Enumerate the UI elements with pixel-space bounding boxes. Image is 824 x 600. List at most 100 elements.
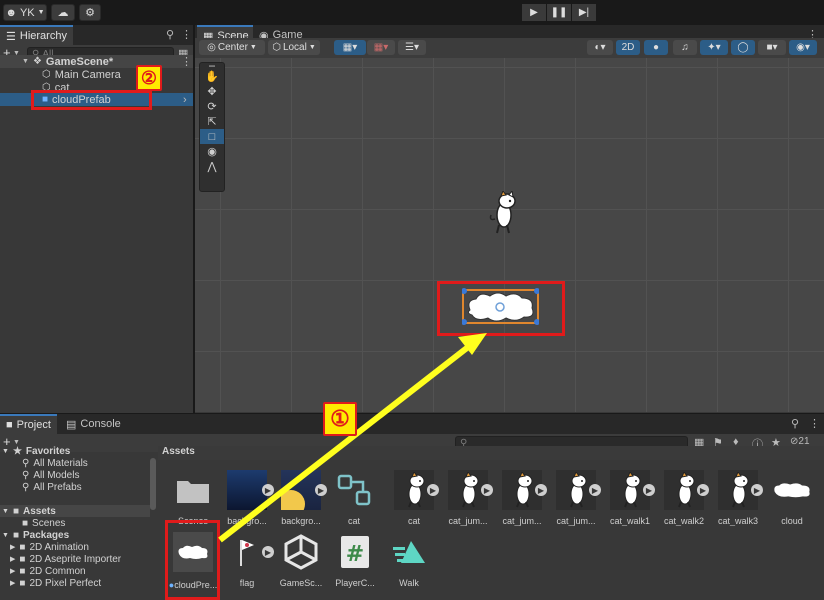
rect-tool-icon: □ [208, 130, 216, 143]
project-panel: ■ Project ▤ Console ⚲ ⋮ + ▼ ⚲ ▦ ⚑ ♦ ⓘ ★ … [0, 414, 824, 600]
kebab-menu-icon[interactable]: ⋮ [809, 417, 820, 430]
favorite-item-label: All Prefabs [33, 481, 82, 493]
expand-arrow-icon[interactable]: ▶ [589, 484, 601, 496]
tab-project[interactable]: ■ Project [0, 414, 57, 434]
tab-hierarchy[interactable]: ☰ Hierarchy [0, 25, 73, 45]
expand-arrow-icon[interactable]: ▶ [315, 484, 327, 496]
folder-row-scenes[interactable]: ■ Scenes [0, 517, 150, 529]
pivot-icon: ◎ [207, 42, 216, 53]
assets-root-row[interactable]: ▼ ■ Assets [0, 505, 150, 517]
asset-walk-animation[interactable]: Walk [382, 532, 436, 588]
tree-scrollbar[interactable] [150, 458, 156, 510]
cat-sprite[interactable] [485, 191, 519, 237]
asset-cat-sprite[interactable]: cat_jum... [441, 470, 495, 526]
snap-increment-button[interactable]: ▦▾ [367, 40, 395, 55]
chevron-right-icon: ▶ [10, 580, 16, 587]
effects-dropdown[interactable]: ✦▾ [700, 40, 728, 55]
kebab-menu-icon[interactable]: ⋮ [181, 55, 192, 68]
hierarchy-row-scene[interactable]: ▼ ❖ GameScene* ⋮ [0, 55, 193, 68]
package-row[interactable]: ▶ ■ 2D Common [0, 565, 150, 577]
pivot-label: Center [217, 42, 248, 53]
asset-scenes-folder[interactable]: Scenes [166, 470, 220, 526]
tab-console[interactable]: ▤ Console [60, 414, 127, 434]
asset-flag[interactable]: flag [220, 532, 274, 588]
hand-tool-button[interactable]: ✋ [200, 69, 224, 84]
draw-mode-icon: ☰▾ [405, 42, 419, 53]
asset-cloud-sprite[interactable]: cloud [765, 470, 819, 526]
expand-arrow-icon[interactable]: ▶ [643, 484, 655, 496]
expand-arrow-icon[interactable]: ▶ [262, 546, 274, 558]
move-tool-button[interactable]: ✥ [200, 84, 224, 99]
asset-cat-sprite[interactable]: cat_walk3 [711, 470, 765, 526]
console-icon: ▤ [66, 418, 77, 431]
hierarchy-row-main-camera[interactable]: ⬡ Main Camera [0, 68, 121, 81]
asset-background-1[interactable]: backgro... [220, 470, 274, 526]
folder-icon: ■ [19, 541, 26, 553]
asset-cat-sprite[interactable]: cat_walk1 [603, 470, 657, 526]
animation-icon [387, 532, 431, 572]
rotate-tool-button[interactable]: ⟳ [200, 99, 224, 114]
play-button[interactable]: ▶ [522, 4, 546, 21]
account-dropdown[interactable]: ☻ YK ▼ [3, 4, 47, 21]
scene-viewport[interactable]: ▬ ✋ ✥ ⟳ ⇱ □ ◉ ⋀ [195, 58, 824, 412]
tab-console-label: Console [80, 418, 121, 430]
account-label: YK [19, 6, 35, 19]
settings-button[interactable]: ⚙ [79, 4, 101, 21]
favorite-item[interactable]: ⚲ All Materials [0, 457, 150, 469]
draw-mode-button[interactable]: ☰▾ [398, 40, 426, 55]
custom-tool-button[interactable]: ⋀ [200, 159, 224, 174]
favorite-item[interactable]: ⚲ All Models [0, 469, 150, 481]
shading-mode-button[interactable]: ◐▾ [587, 40, 613, 55]
expand-arrow-icon[interactable]: ▶ [262, 484, 274, 496]
asset-cat-sprite[interactable]: cat_jum... [549, 470, 603, 526]
asset-cat-sprite[interactable]: cat_jum... [495, 470, 549, 526]
asset-cat-prefab[interactable]: cat [327, 470, 381, 526]
2d-mode-toggle[interactable]: 2D [616, 40, 640, 55]
rect-tool-button[interactable]: □ [200, 129, 224, 144]
grid-snap-button[interactable]: ▦▾ [334, 40, 366, 55]
lock-icon[interactable]: ⚲ [791, 417, 799, 430]
hidden-objects-toggle[interactable]: ◯ [731, 40, 755, 55]
packages-label: Packages [22, 529, 70, 541]
scene-tool-palette: ▬ ✋ ✥ ⟳ ⇱ □ ◉ ⋀ [199, 62, 225, 192]
camera-dropdown[interactable]: ■▾ [758, 40, 786, 55]
space-local-dropdown[interactable]: ⬡ Local ▼ [268, 40, 320, 55]
asset-cat-sprite[interactable]: cat_walk2 [657, 470, 711, 526]
chevron-right-icon: ▶ [10, 568, 16, 575]
kebab-menu-icon[interactable]: ⋮ [181, 28, 192, 41]
breadcrumb-assets[interactable]: Assets [162, 446, 195, 457]
account-icon: ☻ [5, 6, 17, 19]
asset-background-2[interactable]: backgro... [274, 470, 328, 526]
step-button[interactable]: ▶| [572, 4, 596, 21]
step-2-callout: ② [136, 65, 162, 91]
expand-arrow-icon[interactable]: ▶ [427, 484, 439, 496]
package-row[interactable]: ▶ ■ 2D Pixel Perfect [0, 577, 150, 589]
expand-arrow-icon[interactable]: ▶ [697, 484, 709, 496]
chevron-right-icon[interactable]: › [183, 94, 187, 106]
audio-toggle[interactable]: ♫ [673, 40, 697, 55]
pause-button[interactable]: ❚❚ [547, 4, 571, 21]
package-row[interactable]: ▶ ■ 2D Aseprite Importer [0, 553, 150, 565]
lighting-toggle[interactable]: ● [644, 40, 668, 55]
lock-icon[interactable]: ⚲ [166, 28, 174, 41]
pivot-center-dropdown[interactable]: ◎ Center ▼ [199, 40, 265, 55]
packages-row[interactable]: ▼ ■ Packages [0, 529, 150, 541]
asset-player-script[interactable]: # PlayerC... [328, 532, 382, 588]
package-row[interactable]: ▶ ■ 2D Animation [0, 541, 150, 553]
cloud-button[interactable]: ☁ [51, 4, 75, 21]
transform-tool-button[interactable]: ◉ [200, 144, 224, 159]
expand-arrow-icon[interactable]: ▶ [481, 484, 493, 496]
asset-label: cat_jum... [556, 516, 596, 526]
gizmos-dropdown[interactable]: ◉▾ [789, 40, 817, 55]
move-tool-icon: ✥ [207, 86, 217, 98]
asset-game-scene[interactable]: GameSc... [274, 532, 328, 588]
expand-arrow-icon[interactable]: ▶ [751, 484, 763, 496]
favorite-item[interactable]: ⚲ All Prefabs [0, 481, 150, 493]
scale-tool-button[interactable]: ⇱ [200, 114, 224, 129]
asset-cat-sprite[interactable]: cat [387, 470, 441, 526]
shading-icon: ◐▾ [594, 42, 606, 53]
expand-arrow-icon[interactable]: ▶ [535, 484, 547, 496]
effects-icon: ✦▾ [707, 42, 721, 53]
highlight-box-2 [31, 90, 152, 110]
favorites-row[interactable]: ▼ ★ Favorites [0, 445, 150, 457]
